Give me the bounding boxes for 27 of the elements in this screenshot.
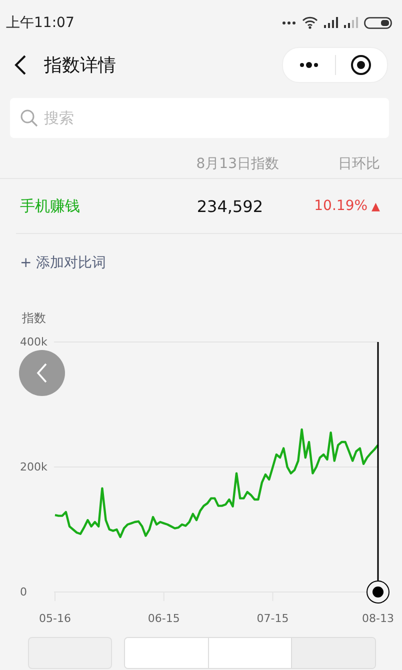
column-header: 日环比 — [338, 156, 380, 172]
crosshair-cursor[interactable] — [366, 342, 390, 604]
scroll-left-button[interactable] — [19, 350, 65, 396]
signal-icon — [344, 17, 358, 28]
battery-icon — [364, 16, 392, 28]
y-axis-title: 指数 — [22, 310, 46, 327]
status-time: 上午11:07 — [6, 14, 74, 32]
search-icon — [20, 109, 38, 127]
change-cell: 10.19% — [314, 198, 368, 214]
y-axis-label: 400k — [20, 336, 48, 348]
up-arrow: ▲ — [372, 200, 380, 212]
signal-icon — [324, 17, 338, 28]
page-title: 指数详情 — [44, 54, 117, 77]
x-axis-label: 06-15 — [148, 612, 180, 625]
y-axis-label: 0 — [20, 586, 27, 598]
chevron-left-icon — [36, 363, 48, 383]
x-axis-label: 05-16 — [39, 612, 71, 625]
add-compare-link[interactable]: + 添加对比词 — [20, 254, 106, 272]
x-axis-label: 07-15 — [256, 612, 289, 625]
y-axis-label: 200k — [20, 460, 48, 474]
search-field[interactable]: 搜索 — [10, 98, 389, 138]
column-header: 8月13日指数 — [195, 155, 279, 173]
index-cell-text: 234,592 — [196, 196, 263, 216]
x-axis-label: 08-13 — [362, 612, 394, 625]
more-icon[interactable] — [298, 62, 319, 68]
more-dots-icon — [282, 20, 296, 24]
wifi-icon — [302, 16, 318, 29]
